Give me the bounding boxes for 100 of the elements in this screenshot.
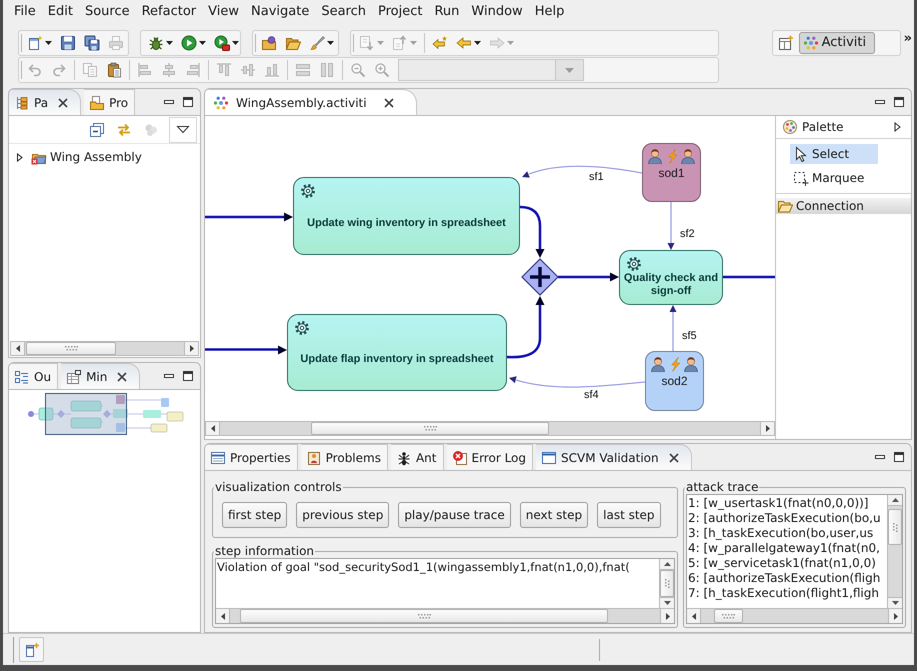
palette-tool[interactable]: Select (790, 144, 878, 164)
align-left-icon (137, 62, 153, 78)
trace-line[interactable]: 1: [w_usertask1(fnat(n0,0,0))] (688, 496, 868, 511)
perspective-button[interactable]: Activiti (798, 32, 876, 54)
trace-control-button[interactable]: play/pause trace (398, 502, 511, 528)
minimize-icon[interactable] (163, 99, 175, 105)
parallel-gateway[interactable] (521, 258, 559, 296)
left-arrow-icon[interactable] (692, 612, 696, 620)
menu-item[interactable]: View (202, 1, 246, 23)
trace-control-button[interactable]: previous step (296, 502, 390, 528)
menu-item[interactable]: Search (315, 1, 372, 23)
menu-item[interactable]: Source (78, 1, 136, 23)
view-tab[interactable]: Error Log (446, 444, 533, 470)
fast-view-button[interactable] (19, 637, 44, 662)
trace-list[interactable] (686, 494, 903, 624)
view-tab[interactable]: Ant (390, 444, 444, 470)
trace-line[interactable]: 5: [w_servicetask1(fnat(n1,0,0) (688, 556, 876, 571)
right-arrow-icon[interactable] (666, 612, 670, 620)
maximize-icon[interactable] (893, 451, 905, 463)
maximize-icon[interactable] (893, 96, 905, 108)
horizontal-scrollbar[interactable] (216, 608, 674, 623)
window-sparkle-icon (24, 642, 40, 658)
menu-item[interactable]: Help (528, 1, 570, 23)
sequence-flow[interactable] (205, 346, 287, 354)
editor-tab[interactable]: WingAssembly.activiti (205, 89, 417, 115)
down-arrow-icon[interactable] (892, 601, 898, 605)
right-arrow-icon[interactable] (894, 612, 898, 620)
scrollbar-thumb[interactable] (888, 509, 902, 545)
expand-arrow-icon[interactable] (16, 152, 24, 162)
sequence-flow[interactable] (558, 272, 619, 282)
right-arrow-icon[interactable] (190, 345, 194, 352)
horizontal-scrollbar[interactable] (205, 421, 775, 436)
scrollbar-thumb[interactable] (240, 609, 608, 623)
menu-item[interactable]: Edit (42, 1, 79, 23)
close-icon[interactable] (58, 98, 68, 108)
menu-item[interactable]: File (8, 1, 42, 23)
view-tab[interactable]: Problems (300, 444, 388, 470)
gear-icon (300, 183, 316, 199)
scrollbar-thumb[interactable] (311, 422, 549, 435)
maximize-icon[interactable] (182, 370, 194, 382)
sod-node[interactable]: sod2 (645, 351, 704, 411)
left-arrow-icon[interactable] (16, 345, 20, 352)
menu-item[interactable]: Refactor (136, 1, 202, 23)
view-tab[interactable]: Min (61, 363, 140, 389)
sequence-flow[interactable] (520, 206, 544, 258)
up-arrow-icon[interactable] (664, 562, 670, 566)
step-text-area[interactable]: Violation of goal "sod_securitySod1_1(wingassembly1,fnat(n1,0,0),fnat( (215, 558, 675, 624)
vertical-scrollbar[interactable] (887, 495, 902, 608)
match-width-icon (295, 62, 311, 78)
palette-tool[interactable]: Marquee (790, 168, 878, 188)
view-tab[interactable]: Pro (84, 89, 136, 115)
menu-item[interactable]: Navigate (245, 1, 316, 23)
trace-line[interactable]: 7: [h_taskExecution(flight1,fligh (688, 586, 879, 601)
menu-item[interactable]: Window (465, 1, 529, 23)
trace-control-button[interactable]: first step (222, 502, 288, 528)
menu-item[interactable]: Project (372, 1, 428, 23)
service-task[interactable]: Update wing inventory in spreadsheet (293, 177, 520, 255)
overflow-button[interactable]: » (904, 30, 912, 47)
view-tab[interactable]: SCVM Validation (536, 444, 692, 470)
view-tab[interactable]: Properties (205, 444, 298, 470)
menu-item[interactable]: Run (428, 1, 466, 23)
maximize-icon[interactable] (182, 96, 194, 108)
trace-line[interactable]: 3: [h_taskExecution(bo,user,us (688, 526, 874, 541)
trace-line[interactable]: 4: [w_parallelgateway1(fnat(n0, (688, 541, 880, 556)
trace-control-button[interactable]: next step (520, 502, 588, 528)
scrollbar-thumb[interactable] (660, 570, 674, 597)
left-arrow-icon[interactable] (210, 425, 214, 432)
triangle-right-icon[interactable] (894, 122, 901, 132)
close-icon[interactable] (384, 98, 394, 108)
sod-node[interactable]: sod1 (642, 143, 701, 202)
sequence-flow[interactable] (205, 212, 293, 222)
horizontal-scrollbar[interactable] (10, 341, 199, 356)
association-arrow[interactable] (670, 305, 676, 352)
scrollbar-thumb[interactable] (714, 609, 743, 623)
view-menu-button[interactable] (169, 116, 197, 142)
close-icon[interactable] (117, 372, 128, 382)
view-tab[interactable]: Pa (9, 89, 82, 115)
service-task[interactable]: Quality check and sign-off (619, 250, 723, 305)
scrollbar-thumb[interactable] (26, 342, 116, 355)
person-icon (650, 356, 666, 372)
gear-icon (626, 256, 642, 272)
view-tab[interactable]: Ou (9, 363, 58, 389)
up-arrow-icon[interactable] (892, 498, 898, 502)
trace-line[interactable]: 6: [authorizeTaskExecution(fligh (688, 571, 880, 586)
vertical-scrollbar[interactable] (659, 559, 674, 608)
tree-item[interactable]: Wing Assembly (16, 148, 144, 166)
close-icon[interactable] (668, 452, 679, 462)
trace-line[interactable]: 2: [authorizeTaskExecution(bo,u (688, 511, 881, 526)
left-arrow-icon[interactable] (220, 612, 224, 620)
trace-control-button[interactable]: last step (597, 502, 661, 528)
sequence-flow[interactable] (506, 296, 544, 358)
down-arrow-icon[interactable] (664, 601, 670, 605)
horizontal-scrollbar[interactable] (687, 608, 902, 623)
service-task[interactable]: Update flap inventory in spreadsheet (287, 314, 507, 391)
minimize-icon[interactable] (874, 99, 886, 105)
right-arrow-icon[interactable] (766, 425, 770, 432)
palette-drawer[interactable]: Connection (776, 198, 911, 214)
association-arrow[interactable] (668, 202, 674, 250)
minimize-icon[interactable] (163, 373, 175, 379)
minimize-icon[interactable] (874, 454, 886, 460)
